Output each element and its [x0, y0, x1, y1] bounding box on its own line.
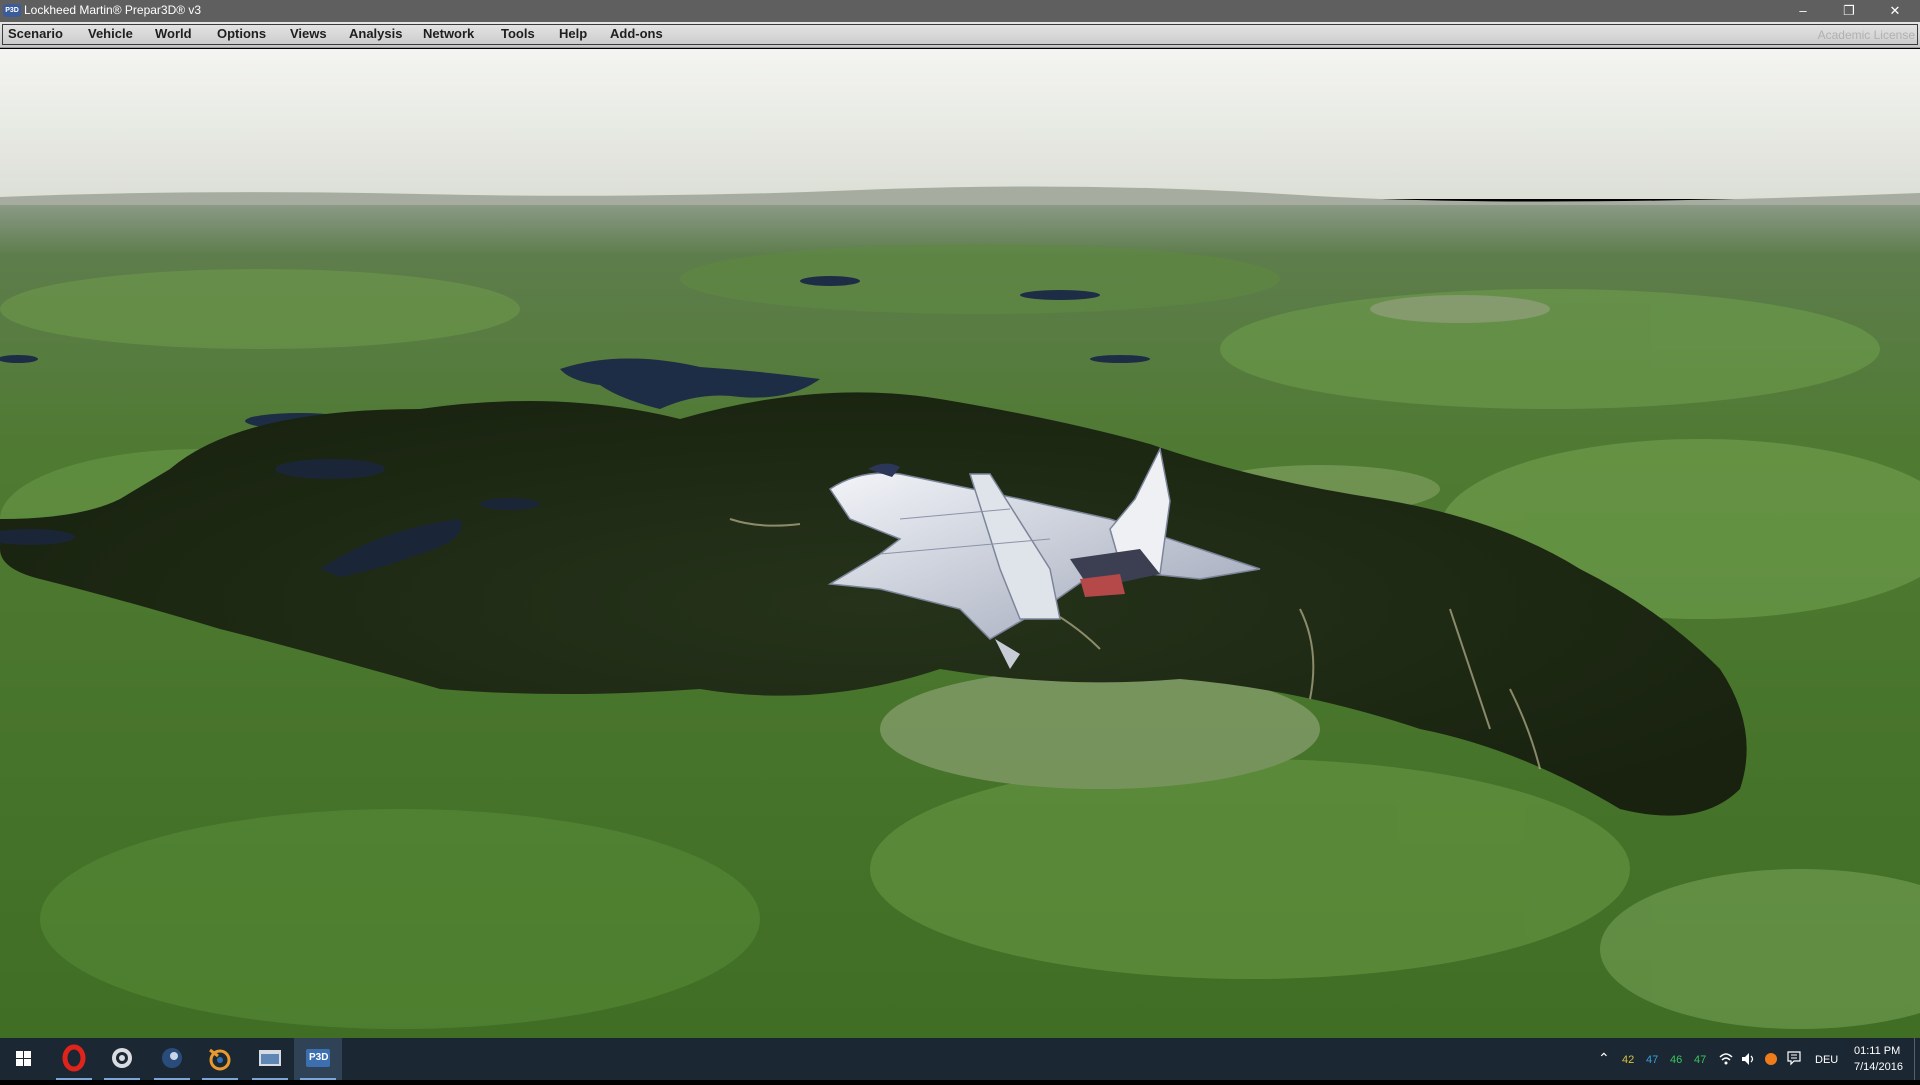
- volume-icon[interactable]: [1740, 1051, 1756, 1067]
- menu-world[interactable]: World: [155, 26, 192, 41]
- flight-scene: [0, 49, 1920, 1038]
- restore-button[interactable]: ❐: [1826, 0, 1872, 22]
- close-button[interactable]: ✕: [1872, 0, 1918, 22]
- simulator-viewport[interactable]: [0, 49, 1920, 1038]
- show-desktop-button[interactable]: [1914, 1038, 1920, 1080]
- cpu-temp-core-1: 47: [1646, 1054, 1659, 1066]
- file-explorer-icon[interactable]: [246, 1038, 294, 1080]
- settings-gear-icon[interactable]: [98, 1038, 146, 1080]
- wifi-icon[interactable]: [1718, 1051, 1734, 1067]
- clock-time[interactable]: 01:11 PM: [1854, 1045, 1900, 1057]
- show-hidden-icons-chevron-icon[interactable]: ⌃: [1598, 1050, 1610, 1067]
- prepar3d-app-icon: P3D: [3, 4, 21, 17]
- menu-help[interactable]: Help: [559, 26, 587, 41]
- menu-network[interactable]: Network: [423, 26, 474, 41]
- minimize-button[interactable]: –: [1780, 0, 1826, 22]
- window-title: Lockheed Martin® Prepar3D® v3: [24, 3, 202, 17]
- license-label: Academic License: [1817, 28, 1915, 42]
- windows-start-icon[interactable]: [0, 1038, 48, 1080]
- menu-options[interactable]: Options: [217, 26, 266, 41]
- menu-views[interactable]: Views: [290, 26, 327, 41]
- menu-analysis[interactable]: Analysis: [349, 26, 402, 41]
- cpu-temp-core-2: 46: [1670, 1054, 1683, 1066]
- blender-icon[interactable]: [196, 1038, 244, 1080]
- menu-add-ons[interactable]: Add-ons: [610, 26, 663, 41]
- menu-vehicle[interactable]: Vehicle: [88, 26, 133, 41]
- input-language[interactable]: DEU: [1815, 1054, 1838, 1066]
- sky: [0, 49, 1920, 199]
- cpu-temp-core-3: 47: [1694, 1054, 1707, 1066]
- title-bar: P3D Lockheed Martin® Prepar3D® v3 – ❐ ✕: [0, 0, 1920, 22]
- menu-bar: Scenario Vehicle World Options Views Ana…: [0, 22, 1920, 48]
- steam-icon[interactable]: [148, 1038, 196, 1080]
- p3d-app-icon[interactable]: P3D: [294, 1038, 342, 1080]
- cpu-temp-core-0: 42: [1622, 1054, 1635, 1066]
- opera-icon[interactable]: [50, 1038, 98, 1080]
- notifications-icon[interactable]: [1786, 1050, 1802, 1066]
- windows-taskbar: P3D ⌃ 42 47 46 47 DEU 01:11 PM 7/14/2016: [0, 1038, 1920, 1080]
- clock-date[interactable]: 7/14/2016: [1854, 1061, 1903, 1073]
- menu-tools[interactable]: Tools: [501, 26, 535, 41]
- menu-scenario[interactable]: Scenario: [8, 26, 63, 41]
- orange-status-icon[interactable]: [1764, 1052, 1778, 1066]
- p3d-taskbar-label: P3D: [309, 1052, 329, 1063]
